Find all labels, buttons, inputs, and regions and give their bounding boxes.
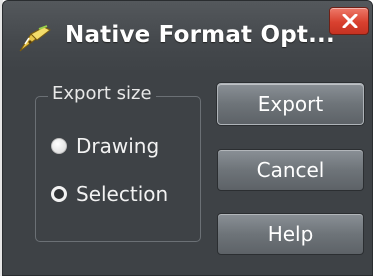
cancel-button[interactable]: Cancel	[217, 149, 364, 191]
dialog-title: Native Format Opt...	[65, 22, 335, 48]
radio-selection-label: Selection	[76, 182, 169, 206]
export-size-group	[35, 96, 201, 242]
export-size-legend: Export size	[48, 82, 156, 106]
close-icon	[342, 14, 358, 28]
radio-selection-indicator[interactable]	[51, 186, 67, 202]
native-format-options-dialog: Native Format Opt... Export size Drawing…	[2, 0, 373, 276]
radio-selection[interactable]: Selection	[51, 180, 168, 208]
export-button[interactable]: Export	[217, 83, 364, 125]
radio-drawing[interactable]: Drawing	[51, 132, 159, 160]
pen-nib-icon	[17, 24, 53, 54]
title-bar[interactable]: Native Format Opt...	[3, 1, 372, 73]
radio-drawing-indicator[interactable]	[51, 138, 67, 154]
help-button[interactable]: Help	[217, 213, 364, 255]
radio-drawing-label: Drawing	[76, 134, 160, 158]
close-button[interactable]	[329, 7, 369, 35]
